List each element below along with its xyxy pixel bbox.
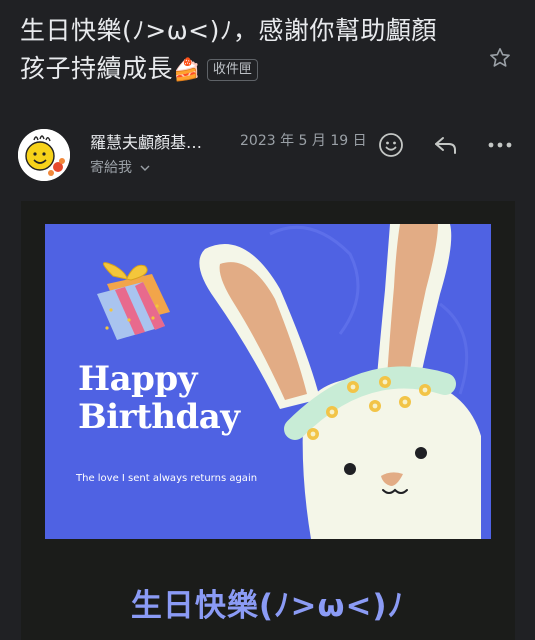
card-tagline: The love I sent always returns again bbox=[76, 473, 258, 484]
body-heading: 生日快樂(ﾉ>ω<)ﾉ bbox=[130, 588, 405, 624]
sender-avatar[interactable] bbox=[18, 129, 70, 181]
subject-text-line1: 生日快樂(ﾉ>ω<)ﾉ，感謝你幫助顱顏 bbox=[20, 16, 437, 45]
to-me-label: 寄給我 bbox=[90, 160, 132, 176]
card-greeting-line2: Birthday bbox=[78, 397, 240, 437]
star-icon[interactable] bbox=[485, 43, 515, 73]
bunny-illustration bbox=[199, 224, 481, 539]
card-greeting: Happy Birthday bbox=[78, 360, 240, 436]
inbox-label-badge[interactable]: 收件匣 bbox=[206, 59, 258, 81]
email-subject: 生日快樂(ﾉ>ω<)ﾉ，感謝你幫助顱顏 孩子持續成長🍰 收件匣 bbox=[20, 12, 470, 90]
sender-name[interactable]: 羅慧夫顱顏基… bbox=[90, 129, 225, 153]
recipient-details-toggle[interactable]: 寄給我 bbox=[90, 157, 150, 177]
more-icon[interactable] bbox=[485, 130, 515, 160]
subject-text-line2: 孩子持續成長 bbox=[20, 54, 174, 83]
emoji-icon[interactable] bbox=[376, 130, 406, 160]
birthday-card-image[interactable]: Happy Birthday The love I sent always re… bbox=[45, 224, 491, 539]
email-date: 2023 年 5 月 19 日 bbox=[240, 133, 367, 149]
card-greeting-line1: Happy bbox=[78, 359, 197, 399]
chevron-down-icon bbox=[140, 160, 150, 176]
cake-emoji: 🍰 bbox=[173, 58, 201, 83]
reply-icon[interactable] bbox=[431, 130, 461, 160]
gift-icon bbox=[97, 262, 170, 340]
